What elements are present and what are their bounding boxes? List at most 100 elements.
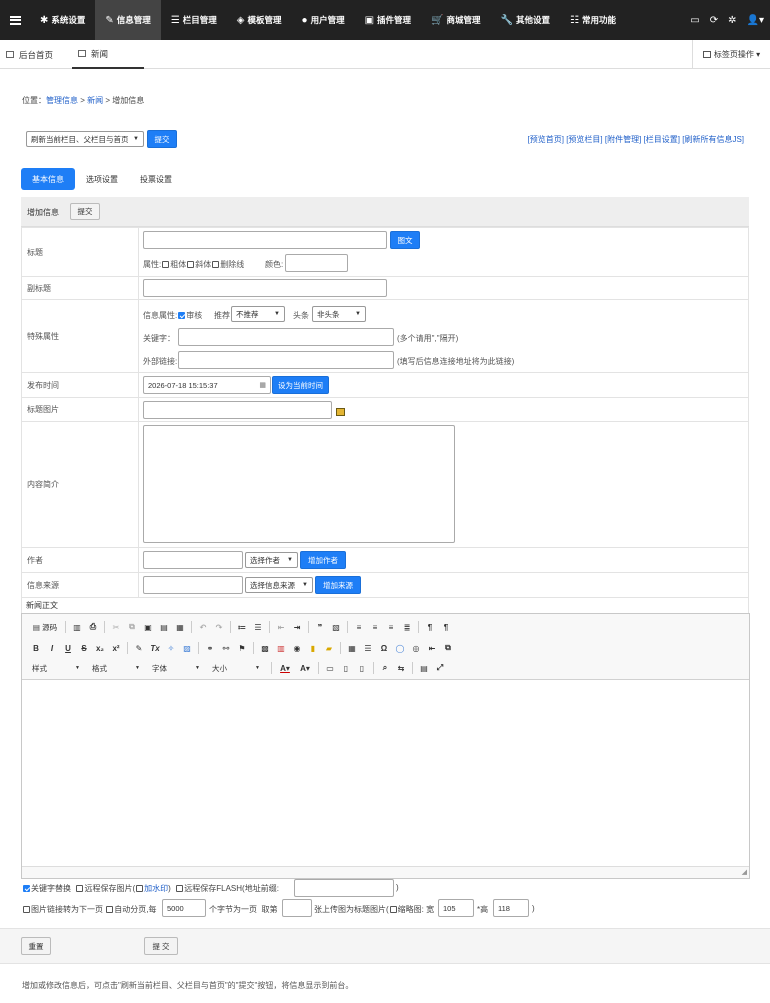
watermark-link[interactable]: 加水印 (144, 884, 168, 893)
indent-icon[interactable]: ⇥ (289, 619, 305, 635)
external-link-input[interactable] (178, 351, 394, 369)
image-gallery-icon[interactable]: ▨ (179, 640, 195, 656)
watermark-checkbox[interactable] (136, 885, 144, 892)
flash-icon[interactable]: ▥ (273, 640, 289, 656)
cut-icon[interactable]: ✂ (108, 619, 124, 635)
tab-news[interactable]: 新闻 (72, 40, 144, 69)
style-combo[interactable]: 样式 ▼ (28, 661, 84, 675)
print-icon[interactable]: ⎙ (85, 619, 101, 635)
nav-plugin-management[interactable]: ▣ 插件管理 (355, 0, 421, 40)
editor-content-area[interactable] (22, 681, 749, 864)
refresh-submit-button[interactable]: 提交 (147, 130, 177, 148)
tab-vote-settings[interactable]: 投票设置 (129, 168, 183, 190)
source-input[interactable] (143, 576, 243, 594)
table-icon[interactable]: ▦ (344, 640, 360, 656)
flash-prefix-input[interactable] (294, 879, 394, 897)
format-combo[interactable]: 格式 ▼ (88, 661, 144, 675)
show-blocks-icon[interactable]: ▯ (338, 660, 354, 676)
select-all-icon[interactable]: ▤ (416, 660, 432, 676)
paste-word-icon[interactable]: ▦ (172, 619, 188, 635)
settings-icon[interactable]: ✲ (728, 15, 736, 26)
div-container-icon[interactable]: ▧ (328, 619, 344, 635)
img-link-next-page-checkbox[interactable] (23, 906, 30, 913)
author-select[interactable]: 选择作者 ▼ (245, 552, 298, 568)
tab-option-settings[interactable]: 选项设置 (75, 168, 129, 190)
underline-icon[interactable]: U (60, 640, 76, 656)
numbered-list-icon[interactable]: ≔ (234, 619, 250, 635)
title-input[interactable] (143, 231, 387, 249)
nav-template-management[interactable]: ◈ 模板管理 (227, 0, 292, 40)
new-page-icon[interactable]: ▯ (354, 660, 370, 676)
review-checkbox[interactable] (178, 312, 186, 319)
unlink-icon[interactable]: ⚯ (218, 640, 234, 656)
copy-format-icon[interactable]: ✎ (131, 640, 147, 656)
nav-info-management[interactable]: ✎ 信息管理 (95, 0, 161, 40)
summary-textarea[interactable] (143, 425, 455, 543)
page-break-icon[interactable]: ⇤ (424, 640, 440, 656)
section-submit-button[interactable]: 提交 (70, 203, 100, 220)
thumb-width-input[interactable]: 105 (438, 899, 474, 917)
nav-shop-management[interactable]: 🛒 商城管理 (421, 0, 490, 40)
auto-page-checkbox[interactable] (106, 906, 114, 913)
title-pic-button[interactable]: 图文 (390, 231, 420, 249)
image-icon[interactable]: ▩ (257, 640, 273, 656)
size-combo[interactable]: 大小 ▼ (208, 661, 264, 675)
italic-icon[interactable]: I (44, 640, 60, 656)
menu-toggle-button[interactable] (0, 0, 30, 40)
source-button[interactable]: ▤ 源码 (28, 619, 62, 635)
align-center-icon[interactable]: ≡ (367, 619, 383, 635)
subtitle-input[interactable] (143, 279, 387, 297)
add-author-button[interactable]: 增加作者 (300, 551, 346, 569)
text-color-icon[interactable]: A▾ (275, 660, 295, 676)
maximize-doc-icon[interactable]: ▭ (322, 660, 338, 676)
thumbnail-checkbox[interactable] (389, 906, 397, 913)
undo-icon[interactable]: ↶ (195, 619, 211, 635)
refresh-icon[interactable]: ⟳ (710, 15, 718, 26)
anchor-icon[interactable]: ⚑ (234, 640, 250, 656)
align-left-icon[interactable]: ≡ (351, 619, 367, 635)
align-right-icon[interactable]: ≡ (383, 619, 399, 635)
iframe-icon[interactable]: ◎ (408, 640, 424, 656)
bold-icon[interactable]: B (28, 640, 44, 656)
calendar-icon[interactable]: ▦ (259, 381, 266, 389)
monitor-icon[interactable]: ▭ (690, 15, 699, 26)
tab-operations-button[interactable]: 标签页操作 ▾ (692, 40, 770, 69)
replace-icon[interactable]: ⇆ (393, 660, 409, 676)
bold-checkbox[interactable] (162, 261, 170, 268)
nav-system-settings[interactable]: ✱ 系统设置 (30, 0, 95, 40)
horizontal-rule-icon[interactable]: ☰ (360, 640, 376, 656)
title-pic-index-input[interactable] (282, 899, 312, 917)
quick-links[interactable]: [预览首页] [预览栏目] [附件管理] [栏目设置] [刷新所有信息JS] (528, 134, 744, 145)
subscript-icon[interactable]: x₂ (92, 640, 108, 656)
keyword-input[interactable] (178, 328, 394, 346)
link-icon[interactable]: ⚭ (202, 640, 218, 656)
attachment-icon[interactable]: ▰ (321, 640, 337, 656)
remote-save-flash-checkbox[interactable] (176, 885, 184, 892)
headline-select[interactable]: 非头条 ▼ (312, 306, 366, 322)
bullet-list-icon[interactable]: ☰ (250, 619, 266, 635)
nav-common-functions[interactable]: ☷ 常用功能 (560, 0, 626, 40)
font-combo[interactable]: 字体 ▼ (148, 661, 204, 675)
template-icon[interactable]: ⧉ (440, 640, 456, 656)
thumb-height-input[interactable]: 118 (493, 899, 529, 917)
pubtime-input[interactable]: 2026-07-18 15:15:37 ▦ (143, 376, 271, 394)
rtl-icon[interactable]: ¶ (438, 619, 454, 635)
tab-home[interactable]: 后台首页 (6, 40, 53, 69)
breadcrumb-manage-info[interactable]: 管理信息 (46, 96, 78, 105)
remote-save-image-checkbox[interactable] (76, 885, 84, 892)
blockquote-icon[interactable]: ❞ (312, 619, 328, 635)
nav-other-settings[interactable]: 🔧 其他设置 (491, 0, 560, 40)
smiley-icon[interactable]: ◯ (392, 640, 408, 656)
preview-icon[interactable]: ▥ (69, 619, 85, 635)
title-color-input[interactable] (285, 254, 348, 272)
resize-handle-icon[interactable]: ◢ (742, 868, 747, 876)
page-size-input[interactable]: 5000 (162, 899, 206, 917)
bg-color-icon[interactable]: A▾ (295, 660, 315, 676)
paste-text-icon[interactable]: ▤ (156, 619, 172, 635)
refresh-scope-select[interactable]: 刷新当前栏目、父栏目与首页 ▼ (26, 131, 144, 147)
copy-icon[interactable]: ⧉ (124, 619, 140, 635)
align-justify-icon[interactable]: ≣ (399, 619, 415, 635)
ltr-icon[interactable]: ¶ (422, 619, 438, 635)
remove-format-icon[interactable]: Tx (147, 640, 163, 656)
paste-icon[interactable]: ▣ (140, 619, 156, 635)
